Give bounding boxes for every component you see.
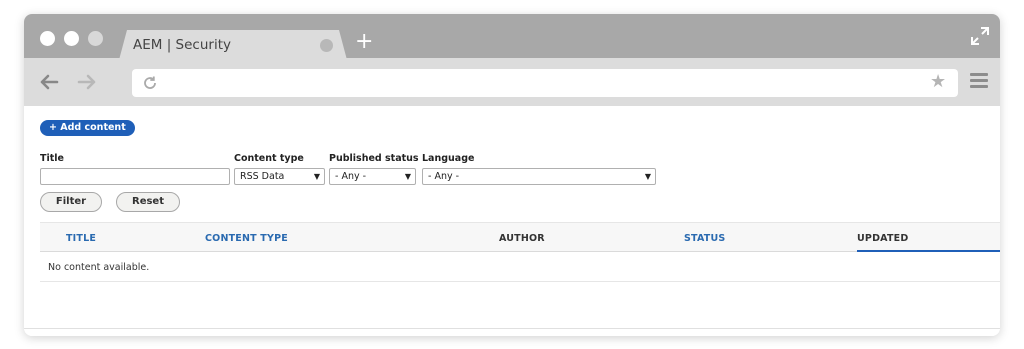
- back-arrow-icon[interactable]: [38, 71, 60, 93]
- page-content: + Add content Title Content type Publish…: [24, 106, 1000, 336]
- browser-window: AEM | Security + ★ + Add content Title C…: [24, 14, 1000, 336]
- add-content-button[interactable]: + Add content: [40, 120, 135, 136]
- browser-toolbar: ★: [24, 58, 1000, 106]
- tab-close-icon[interactable]: [320, 39, 333, 52]
- published-status-select[interactable]: - Any - ▼: [329, 168, 416, 185]
- language-label: Language: [422, 153, 475, 164]
- address-bar[interactable]: ★: [132, 69, 958, 97]
- column-header-title[interactable]: TITLE: [66, 233, 96, 244]
- table-header: TITLE CONTENT TYPE AUTHOR STATUS UPDATED: [40, 222, 1000, 252]
- browser-menu-icon[interactable]: [970, 73, 988, 89]
- empty-table-message: No content available.: [48, 262, 150, 273]
- reload-icon[interactable]: [141, 74, 159, 92]
- close-window-dot[interactable]: [40, 31, 55, 46]
- published-status-value: - Any -: [335, 171, 367, 182]
- column-header-author: AUTHOR: [499, 233, 545, 244]
- browser-titlebar: AEM | Security +: [24, 14, 1000, 60]
- title-filter-input[interactable]: [40, 168, 230, 185]
- content-type-select[interactable]: RSS Data ▼: [234, 168, 325, 185]
- published-status-label: Published status: [329, 153, 419, 164]
- language-select[interactable]: - Any - ▼: [422, 168, 656, 185]
- column-header-updated[interactable]: UPDATED: [857, 233, 908, 244]
- new-tab-button[interactable]: +: [355, 31, 373, 53]
- minimize-window-dot[interactable]: [64, 31, 79, 46]
- column-header-content-type[interactable]: CONTENT TYPE: [205, 233, 288, 244]
- chevron-down-icon: ▼: [313, 172, 320, 181]
- reset-button[interactable]: Reset: [116, 192, 180, 212]
- language-value: - Any -: [428, 171, 460, 182]
- content-type-value: RSS Data: [240, 171, 285, 182]
- fullscreen-icon[interactable]: [970, 26, 990, 46]
- content-type-label: Content type: [234, 153, 304, 164]
- chevron-down-icon: ▼: [644, 172, 651, 181]
- chevron-down-icon: ▼: [404, 172, 411, 181]
- bookmark-star-icon[interactable]: ★: [930, 72, 946, 92]
- divider: [24, 328, 1000, 329]
- active-sort-indicator: [857, 250, 1000, 252]
- maximize-window-dot[interactable]: [88, 31, 103, 46]
- forward-arrow-icon[interactable]: [76, 71, 98, 93]
- table-row: No content available.: [40, 253, 1000, 282]
- title-filter-label: Title: [40, 153, 64, 164]
- filter-button[interactable]: Filter: [40, 192, 102, 212]
- column-header-status[interactable]: STATUS: [684, 233, 725, 244]
- tab-title: AEM | Security: [133, 37, 231, 53]
